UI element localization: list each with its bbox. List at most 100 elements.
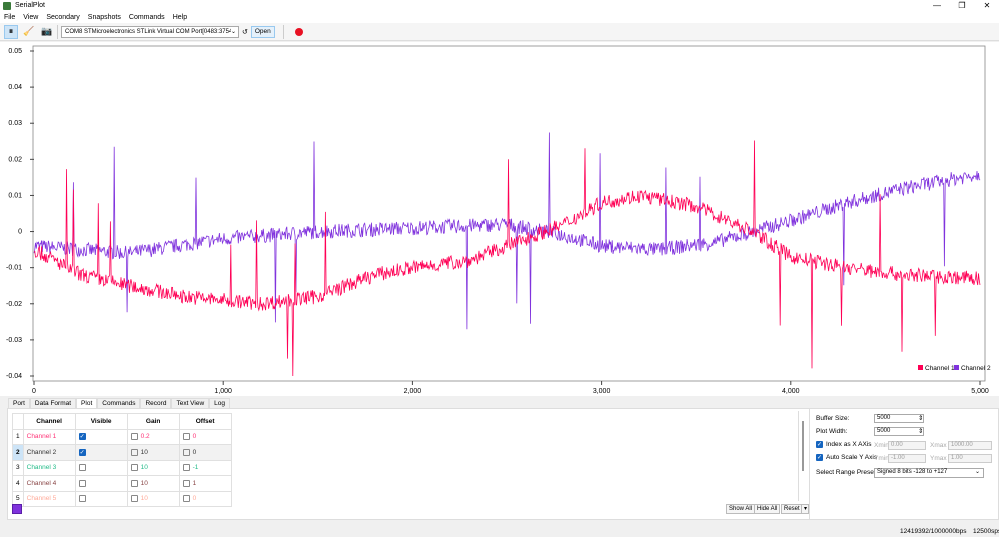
tab-record[interactable]: Record: [140, 398, 172, 408]
chevron-down-icon: ⌄: [974, 469, 980, 475]
offset-value: 0: [192, 495, 197, 503]
menu-commands[interactable]: Commands: [125, 14, 169, 21]
maximize-button[interactable]: ❐: [950, 0, 974, 11]
status-bar: 12419392/1000000bps 12500sps: [0, 525, 999, 537]
index-x-checkbox[interactable]: ✓: [816, 441, 826, 448]
index-x-label: Index as X AXis: [826, 441, 872, 448]
pause-icon[interactable]: ⏸: [4, 24, 18, 39]
table-row[interactable]: 3 Channel 3 10 -1: [12, 459, 232, 476]
tab-text-view[interactable]: Text View: [171, 398, 210, 408]
offset-cell[interactable]: 0: [178, 428, 232, 445]
gain-value: 10: [140, 464, 148, 472]
reset-dropdown-icon[interactable]: ▾: [801, 504, 809, 514]
channel-color-swatch[interactable]: [12, 504, 22, 514]
menu-secondary[interactable]: Secondary: [42, 14, 83, 21]
offset-cell[interactable]: 0: [178, 490, 232, 507]
row-number: 4: [12, 475, 24, 492]
minimize-button[interactable]: —: [925, 0, 949, 11]
window-title: SerialPlot: [15, 2, 45, 9]
gain-value: 10: [140, 495, 148, 503]
snapshot-camera-icon[interactable]: 📷: [40, 25, 54, 39]
channel-name[interactable]: Channel 2: [22, 444, 76, 461]
channel-name[interactable]: Channel 5: [22, 490, 76, 507]
visible-checkbox[interactable]: [74, 475, 128, 492]
visible-checkbox[interactable]: ✓: [74, 428, 128, 445]
gain-cell[interactable]: 10: [126, 459, 180, 476]
row-number: 1: [12, 428, 24, 445]
width-spin-icon[interactable]: ⇕: [918, 427, 923, 435]
ymin-input[interactable]: -1.00: [888, 454, 926, 463]
offset-value: 1: [192, 479, 197, 487]
y-tick-label: 0.03: [8, 120, 22, 127]
menu-help[interactable]: Help: [169, 14, 191, 21]
legend-swatch: [918, 365, 923, 370]
tab-commands[interactable]: Commands: [97, 398, 141, 408]
y-tick-label: 0: [18, 229, 22, 236]
tab-data-format[interactable]: Data Format: [29, 398, 77, 408]
buffer-spin-icon[interactable]: ⇕: [918, 414, 923, 422]
toolbar: ⏸ 🧹 📷 COM8 STMicroelectronics STLink Vir…: [0, 23, 999, 41]
separator: [282, 24, 284, 39]
menu-view[interactable]: View: [19, 14, 42, 21]
offset-cell[interactable]: -1: [178, 459, 232, 476]
y-tick-label: -0.01: [6, 265, 22, 272]
header-gain: Gain: [126, 413, 180, 430]
table-row[interactable]: 5 Channel 5 10 0: [12, 490, 232, 507]
table-row[interactable]: 1 Channel 1 ✓ 0.2 0: [12, 428, 232, 445]
xmax-input[interactable]: 1000.00: [948, 441, 992, 450]
divider: [809, 409, 810, 519]
gain-cell[interactable]: 10: [126, 490, 180, 507]
gain-cell[interactable]: 10: [126, 444, 180, 461]
table-row[interactable]: 4 Channel 4 10 1: [12, 475, 232, 492]
channel-name[interactable]: Channel 1: [22, 428, 76, 445]
visible-checkbox[interactable]: ✓: [74, 444, 128, 461]
tab-port[interactable]: Port: [8, 398, 30, 408]
hide-all-button[interactable]: Hide All: [754, 504, 781, 514]
channel-name[interactable]: Channel 4: [22, 475, 76, 492]
menu-snapshots[interactable]: Snapshots: [84, 14, 125, 21]
open-button[interactable]: Open: [250, 25, 275, 38]
close-button[interactable]: ✕: [975, 0, 999, 11]
menu-file[interactable]: File: [0, 14, 19, 21]
xmin-label: Xmin: [874, 442, 889, 449]
clear-broom-icon[interactable]: 🧹: [22, 25, 36, 39]
table-row[interactable]: 2 Channel 2 ✓ 10 0: [12, 444, 232, 461]
ymax-input[interactable]: 1.00: [948, 454, 992, 463]
offset-cell[interactable]: 1: [178, 475, 232, 492]
tab-plot[interactable]: Plot: [76, 398, 98, 408]
scrollbar[interactable]: [798, 411, 806, 501]
offset-value: 0: [192, 433, 197, 441]
y-tick-label: 0.01: [8, 192, 22, 199]
y-tick-label: -0.03: [6, 337, 22, 344]
plot-width-input[interactable]: 5000: [874, 427, 924, 436]
port-select[interactable]: COM8 STMicroelectronics STLink Virtual C…: [61, 25, 239, 38]
range-preset-select[interactable]: Signed 8 bits -128 to +127 ⌄: [874, 468, 984, 478]
gain-cell[interactable]: 10: [126, 475, 180, 492]
autoscale-checkbox[interactable]: ✓: [816, 454, 826, 461]
gain-value: 10: [140, 479, 148, 487]
offset-cell[interactable]: 0: [178, 444, 232, 461]
reset-button[interactable]: Reset: [781, 504, 803, 514]
app-icon: [3, 1, 11, 10]
gain-cell[interactable]: 0.2: [126, 428, 180, 445]
record-icon[interactable]: [294, 27, 303, 36]
channel-name[interactable]: Channel 3: [22, 459, 76, 476]
refresh-icon[interactable]: ↺: [242, 28, 248, 36]
visible-checkbox[interactable]: [74, 459, 128, 476]
row-number: 3: [12, 459, 24, 476]
sps-readout: 12500sps: [973, 528, 999, 535]
line-chart[interactable]: 0.05 0.04 0.03 0.02 0.01 0 -0.01 -0.02 -0.03 -0.0…: [0, 42, 999, 396]
plot-area[interactable]: 0.05 0.04 0.03 0.02 0.01 0 -0.01 -0.02 -0.03 -0.0…: [0, 42, 999, 396]
xmin-input[interactable]: 0.00: [888, 441, 926, 450]
ymin-label: Ymin: [874, 455, 889, 462]
buffer-size-input[interactable]: 5000: [874, 414, 924, 423]
series-line-channel-2: [33, 132, 981, 330]
y-tick-label: 0.02: [8, 156, 22, 163]
visible-checkbox[interactable]: [74, 490, 128, 507]
show-all-button[interactable]: Show All: [726, 504, 756, 514]
plot-settings-panel: Channel Visible Gain Offset 1 Channel 1 …: [7, 408, 999, 520]
tab-log[interactable]: Log: [209, 398, 231, 408]
header-channel: Channel: [22, 413, 76, 430]
range-preset-value: Signed 8 bits -128 to +127: [877, 469, 948, 475]
bps-readout: 12419392/1000000bps: [900, 528, 967, 535]
